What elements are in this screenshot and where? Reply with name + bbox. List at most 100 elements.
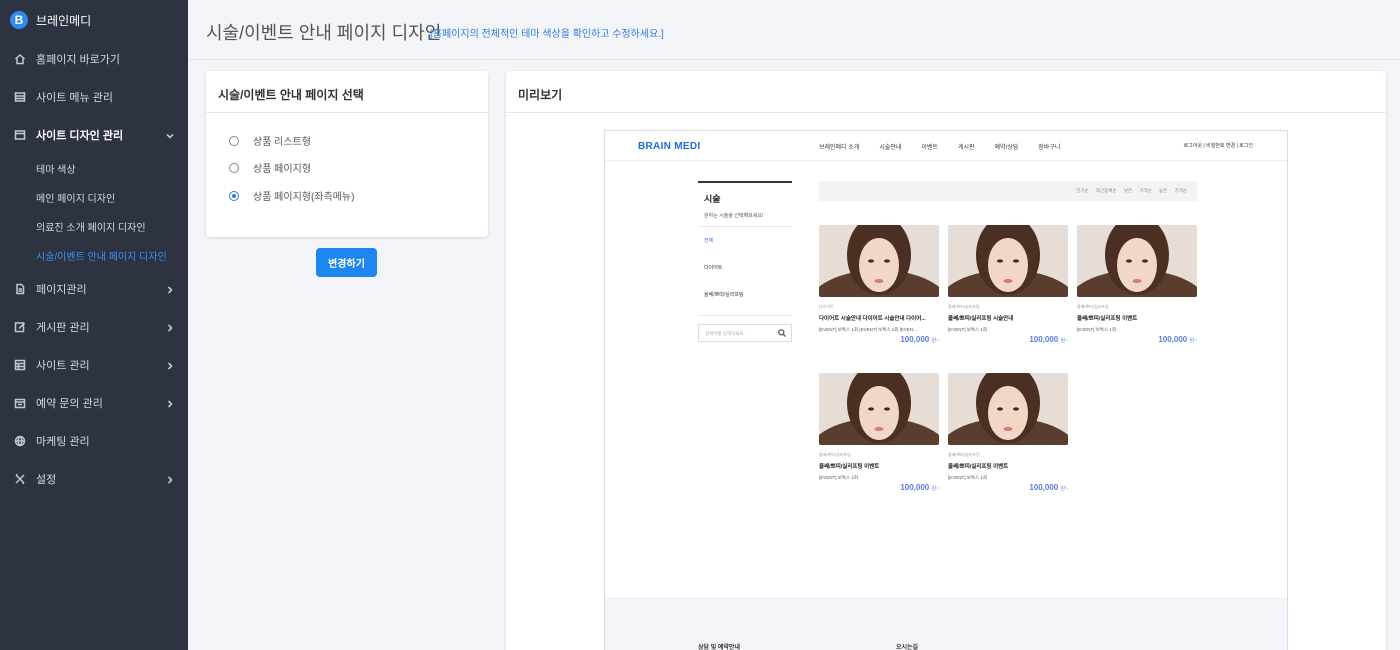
menu-icon: [14, 91, 26, 103]
sidebar-item-board[interactable]: 게시판 관리: [0, 308, 188, 346]
product-thumbnail: [948, 373, 1068, 445]
sidebar-nav-lower: 페이지관리 게시판 관리 사이트 관리 예약 문의 관리 마케팅 관리 설정: [0, 270, 188, 498]
site-logo: BRAIN MEDI: [638, 141, 701, 152]
sidebar-item-reservation[interactable]: 예약 문의 관리: [0, 384, 188, 422]
side-menu-subtitle: 원하는 시술을 선택해보세요!: [704, 213, 764, 219]
option-list-type[interactable]: 상품 리스트형: [229, 133, 311, 148]
product-category: 다이어트: [819, 304, 834, 309]
sidebar-item-menu[interactable]: 사이트 메뉴 관리: [0, 78, 188, 116]
sidebar-item-design[interactable]: 사이트 디자인 관리: [0, 116, 188, 154]
product-card: 울쎄/쁘띠/실리프팅울쎄/쁘띠/실리프팅 이벤트 [EVENT] 보톡스 1회 10…: [948, 373, 1068, 492]
chevron-right-icon: [166, 323, 174, 332]
product-thumbnail: [1077, 225, 1197, 297]
site-header: BRAIN MEDI 브레인메디 소개 시술안내 이벤트 게시판 예약/상담 장…: [605, 131, 1287, 161]
globe-icon: [14, 435, 26, 447]
radio-button[interactable]: [229, 135, 239, 146]
product-card: 울쎄/쁘띠/실리프팅울쎄/쁘띠/실리프팅 이벤트 [EVENT] 보톡스 1회 10…: [1077, 225, 1197, 344]
product-name: 울쎄/쁘띠/실리프팅 이벤트: [1077, 316, 1138, 322]
site-side-menu: 시술 원하는 시술을 선택해보세요! 전체 다이어트 울쎄/쁘띠/실리프팅 검색…: [698, 181, 792, 342]
side-category: 전체: [704, 238, 714, 244]
submenu-event-page-design[interactable]: 시술/이벤트 안내 페이지 디자인: [0, 241, 188, 270]
card-title: 시술/이벤트 안내 페이지 선택: [206, 71, 488, 113]
product-description: [EVENT] 보톡스 1회 [EVENT] 보톡스 1회 [EVEN...: [819, 327, 917, 332]
sidebar-item-pages[interactable]: 페이지관리: [0, 270, 188, 308]
sort-bar: 인기순 최근등록순 낮은 가격순 높은 가격순: [819, 181, 1197, 201]
option-page-type[interactable]: 상품 페이지형: [229, 160, 311, 175]
sidebar-item-label: 마케팅 관리: [36, 436, 90, 448]
sidebar-item-label: 페이지관리: [36, 284, 87, 296]
sidebar-item-label: 설정: [36, 474, 57, 486]
preview-frame[interactable]: BRAIN MEDI 브레인메디 소개 시술안내 이벤트 게시판 예약/상담 장…: [604, 130, 1288, 650]
product-description: [EVENT] 보톡스 1회: [948, 327, 988, 332]
price-unit: 원~: [1060, 486, 1068, 492]
chevron-right-icon: [166, 285, 174, 294]
site-nav-item: 이벤트: [921, 145, 938, 151]
submenu-main-page-design[interactable]: 메인 페이지 디자인: [0, 183, 188, 212]
product-thumbnail: [819, 225, 939, 297]
layout-select-card: 시술/이벤트 안내 페이지 선택 상품 리스트형 상품 페이지형 상품 페이지형…: [206, 71, 488, 237]
product-name: 울쎄/쁘띠/실리프팅 이벤트: [819, 464, 880, 470]
product-description: [EVENT] 보톡스 1회: [819, 475, 859, 480]
product-price: 100,000 원~: [948, 483, 1068, 492]
design-submenu: 테마 색상 메인 페이지 디자인 의료진 소개 페이지 디자인 시술/이벤트 안…: [0, 154, 188, 270]
footer-directions-title: 오시는길: [896, 645, 919, 650]
radio-button[interactable]: [229, 162, 239, 173]
submenu-doctor-page-design[interactable]: 의료진 소개 페이지 디자인: [0, 212, 188, 241]
radio-button-checked[interactable]: [229, 190, 239, 201]
product-category: 울쎄/쁘띠/실리프팅: [948, 452, 980, 457]
page-title: 시술/이벤트 안내 페이지 디자인: [206, 23, 442, 43]
submenu-theme-color[interactable]: 테마 색상: [0, 154, 188, 183]
price-unit: 원~: [931, 338, 939, 344]
site-nav-item: 예약/상담: [994, 145, 1019, 151]
home-icon: [14, 53, 26, 65]
product-thumbnail: [819, 373, 939, 445]
product-thumbnail: [948, 225, 1068, 297]
product-price: 100,000 원~: [948, 335, 1068, 344]
sidebar-item-label: 사이트 디자인 관리: [36, 130, 124, 142]
sidebar-item-marketing[interactable]: 마케팅 관리: [0, 422, 188, 460]
product-category: 울쎄/쁘띠/실리프팅: [1077, 304, 1109, 309]
option-label: 상품 페이지형(좌측메뉴): [253, 192, 355, 203]
sidebar-item-label: 홈페이지 바로가기: [36, 54, 121, 66]
price-value: 100,000: [900, 335, 930, 344]
product-description: [EVENT] 보톡스 1회: [1077, 327, 1117, 332]
change-button[interactable]: 변경하기: [316, 248, 377, 277]
product-card: 다이어트다이어트 시술안내 다이어트 시술안내 다이어... [EVENT] 보톡…: [819, 225, 939, 344]
chevron-right-icon: [166, 361, 174, 370]
option-label: 상품 페이지형: [253, 164, 311, 175]
site-util-links: 로그아웃 | 비밀번호 변경 | 로그인: [1183, 143, 1253, 149]
side-search-box: 검색어를 입력하세요.: [698, 324, 792, 342]
chevron-right-icon: [166, 475, 174, 484]
window-icon: [14, 129, 26, 141]
product-description: [EVENT] 보톡스 1회: [948, 475, 988, 480]
product-price: 100,000 원~: [819, 483, 939, 492]
sidebar-item-homepage[interactable]: 홈페이지 바로가기: [0, 40, 188, 78]
side-category: 다이어트: [704, 265, 723, 271]
chevron-right-icon: [166, 399, 174, 408]
search-icon: [778, 329, 786, 337]
option-page-left-menu-type[interactable]: 상품 페이지형(좌측메뉴): [229, 188, 354, 203]
sidebar-item-site[interactable]: 사이트 관리: [0, 346, 188, 384]
brand[interactable]: B 브레인메디: [0, 0, 188, 40]
product-card: 울쎄/쁘띠/실리프팅 울쎄/쁘띠/실리프팅 이벤트 [EVENT] 보톡스 1회 10…: [819, 373, 939, 492]
site-nav-item: 게시판: [957, 145, 975, 151]
side-category: 울쎄/쁘띠/실리프팅: [704, 292, 744, 298]
brand-logo: B: [10, 11, 28, 29]
product-name: 다이어트 시술안내 다이어트 시술안내 다이어...: [819, 316, 926, 322]
sidebar-item-label: 사이트 관리: [36, 360, 90, 372]
product-category: 울쎄/쁘띠/실리프팅: [948, 304, 980, 309]
side-search-placeholder: 검색어를 입력하세요.: [705, 331, 745, 336]
sidebar-item-label: 예약 문의 관리: [36, 398, 103, 410]
price-value: 100,000: [1029, 483, 1059, 492]
brand-name: 브레인메디: [36, 13, 92, 28]
price-value: 100,000: [900, 483, 930, 492]
product-price: 100,000 원~: [1077, 335, 1197, 344]
price-value: 100,000: [1158, 335, 1188, 344]
product-name: 울쎄/쁘띠/실리프팅 이벤트: [948, 464, 1009, 470]
sidebar-nav: 홈페이지 바로가기 사이트 메뉴 관리 사이트 디자인 관리: [0, 40, 188, 154]
site-nav: 브레인메디 소개 시술안내 이벤트 게시판 예약/상담 장바구니: [819, 142, 1080, 151]
sidebar: B 브레인메디 홈페이지 바로가기 사이트 메뉴 관리 사이트 디자인 관리 테…: [0, 0, 188, 650]
sidebar-item-settings[interactable]: 설정: [0, 460, 188, 498]
preview-title: 미리보기: [506, 71, 1386, 113]
grid-icon: [14, 359, 26, 371]
